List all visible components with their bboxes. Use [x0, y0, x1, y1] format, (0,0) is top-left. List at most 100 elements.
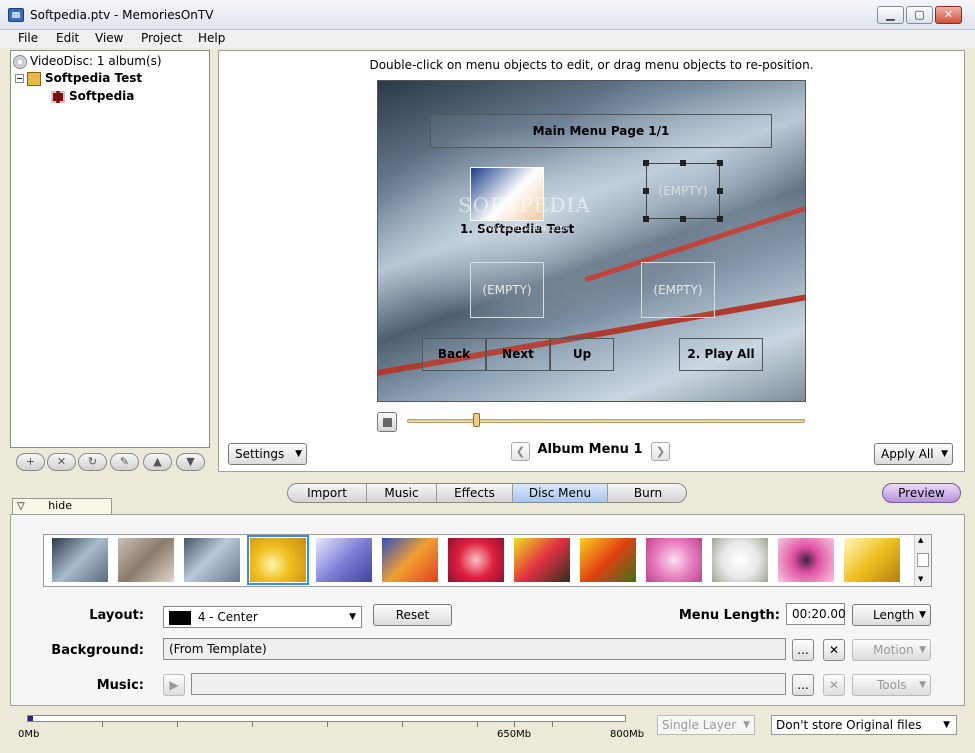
maximize-button[interactable]: ▢	[906, 6, 933, 24]
clear-music-button[interactable]: ✕	[823, 674, 845, 696]
template-thumbnail[interactable]	[844, 538, 900, 582]
minimize-button[interactable]: ▁	[877, 6, 904, 24]
minimize-icon: ▁	[886, 8, 895, 21]
hide-toggle[interactable]: ▽ hide	[12, 498, 112, 514]
menu-item-3-box[interactable]: (EMPTY)	[470, 262, 544, 318]
menu-play-all-button[interactable]: 2. Play All	[679, 338, 763, 371]
disc-icon	[13, 54, 27, 69]
reset-button[interactable]: Reset	[373, 604, 452, 626]
menu-length-input[interactable]: 00:20.00	[786, 603, 846, 625]
menu-item-2-box[interactable]: (EMPTY)	[646, 163, 720, 219]
template-thumbnail[interactable]	[712, 538, 768, 582]
apply-all-button[interactable]: Apply All ▼	[874, 443, 953, 465]
scroll-down-icon[interactable]: ▼	[918, 575, 923, 583]
menu-title-box[interactable]: Main Menu Page 1/1	[430, 114, 772, 148]
tools-button[interactable]: Tools ▼	[852, 674, 931, 696]
template-thumbnail[interactable]	[52, 538, 108, 582]
move-up-button[interactable]: ▲	[143, 453, 172, 471]
tab-disc-menu[interactable]: Disc Menu	[513, 484, 608, 502]
template-thumbnail[interactable]	[448, 538, 504, 582]
template-thumbnail[interactable]	[778, 538, 834, 582]
app-icon	[8, 8, 24, 22]
arrow-up-icon: ▲	[153, 455, 162, 468]
template-thumbnail[interactable]	[382, 538, 438, 582]
resize-handle[interactable]	[643, 188, 649, 194]
preview-slider-handle[interactable]	[473, 413, 481, 427]
tab-effects[interactable]: Effects	[437, 484, 513, 502]
layer-select[interactable]: Single Layer ▼	[657, 715, 755, 735]
layout-select[interactable]: 4 - Center ▼	[163, 606, 362, 628]
previous-menu-button[interactable]: ❮	[511, 442, 530, 461]
menu-help[interactable]: Help	[198, 31, 225, 45]
menu-edit[interactable]: Edit	[56, 31, 79, 45]
resize-handle[interactable]	[717, 216, 723, 222]
remove-button[interactable]: ✕	[47, 453, 76, 471]
store-originals-select[interactable]: Don't store Original files ▼	[771, 715, 957, 735]
browse-background-button[interactable]: ...	[792, 639, 814, 661]
motion-button[interactable]: Motion ▼	[852, 639, 931, 661]
template-thumbnail-selected[interactable]	[247, 535, 309, 585]
play-music-button[interactable]: ▶	[163, 674, 185, 696]
menu-view[interactable]: View	[95, 31, 123, 45]
edit-button[interactable]: ✎	[110, 453, 139, 471]
menu-file[interactable]: File	[18, 31, 38, 45]
dropdown-arrow-icon: ▼	[743, 720, 750, 730]
capacity-tick	[252, 722, 253, 727]
play-icon: ▶	[169, 678, 179, 692]
background-field[interactable]: (From Template)	[163, 638, 786, 660]
template-thumbnail[interactable]	[316, 538, 372, 582]
template-thumbnail[interactable]	[580, 538, 636, 582]
settings-button[interactable]: Settings ▼	[228, 443, 307, 465]
resize-handle[interactable]	[643, 160, 649, 166]
close-icon: ✕	[943, 8, 954, 21]
tab-import[interactable]: Import	[288, 484, 367, 502]
template-thumbnail[interactable]	[646, 538, 702, 582]
tab-music[interactable]: Music	[367, 484, 437, 502]
disc-tree[interactable]: VideoDisc: 1 album(s) − Softpedia Test So…	[10, 50, 210, 448]
arrow-down-icon: ▼	[186, 455, 195, 468]
menu-up-button[interactable]: Up	[550, 338, 614, 371]
template-thumbnail[interactable]	[514, 538, 570, 582]
resize-handle[interactable]	[717, 160, 723, 166]
template-scrollbar[interactable]: ▲ ▼	[914, 535, 931, 586]
clear-background-button[interactable]: ✕	[823, 639, 845, 661]
scroll-up-icon[interactable]: ▲	[918, 536, 923, 544]
resize-handle[interactable]	[680, 216, 686, 222]
tree-root[interactable]: VideoDisc: 1 album(s)	[13, 53, 162, 69]
resize-handle[interactable]	[680, 160, 686, 166]
rotate-button[interactable]: ↻	[78, 453, 107, 471]
capacity-800-label: 800Mb	[610, 729, 645, 740]
menu-item-4-box[interactable]: (EMPTY)	[641, 262, 715, 318]
tree-slideshow[interactable]: Softpedia	[51, 88, 134, 104]
menu-next-button[interactable]: Next	[486, 338, 550, 371]
next-menu-button[interactable]: ❯	[651, 442, 670, 461]
menu-back-button[interactable]: Back	[422, 338, 486, 371]
move-down-button[interactable]: ▼	[176, 453, 205, 471]
browse-music-button[interactable]: ...	[792, 674, 814, 696]
capacity-tick	[102, 722, 103, 727]
template-thumbnail[interactable]	[118, 538, 174, 582]
length-button[interactable]: Length ▼	[852, 604, 931, 626]
close-button[interactable]: ✕	[935, 6, 962, 24]
watermark-url: www.softpedia.com	[480, 224, 568, 234]
close-icon: ✕	[828, 643, 840, 657]
menu-canvas[interactable]: Main Menu Page 1/1 SOFTPEDIA 1. Softpedi…	[377, 80, 806, 402]
collapse-icon[interactable]: −	[15, 74, 24, 83]
music-field[interactable]	[191, 673, 786, 695]
scroll-thumb[interactable]	[917, 553, 929, 567]
tab-burn[interactable]: Burn	[608, 484, 686, 502]
menu-project[interactable]: Project	[141, 31, 182, 45]
tree-album[interactable]: − Softpedia Test	[15, 70, 142, 86]
stop-button[interactable]	[377, 412, 397, 432]
resize-handle[interactable]	[643, 216, 649, 222]
remove-icon: ✕	[56, 455, 67, 468]
template-thumbnail[interactable]	[184, 538, 240, 582]
add-button[interactable]: +	[16, 453, 45, 471]
menu-length-label: Menu Length:	[678, 608, 780, 623]
template-strip[interactable]	[43, 534, 932, 587]
preview-button[interactable]: Preview	[882, 483, 961, 503]
resize-handle[interactable]	[717, 188, 723, 194]
capacity-650-label: 650Mb	[497, 729, 532, 740]
capacity-fill	[28, 716, 33, 721]
preview-slider-track[interactable]	[407, 419, 805, 423]
